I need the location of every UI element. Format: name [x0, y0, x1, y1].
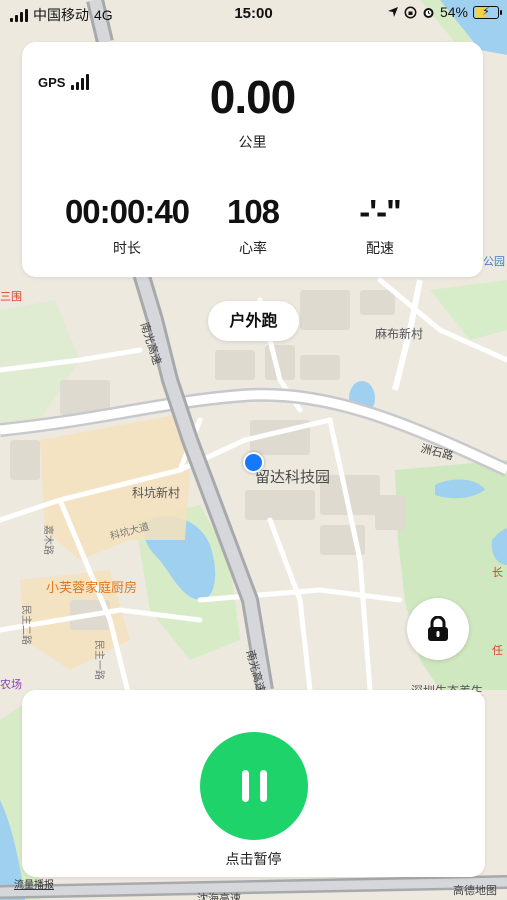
pace-value: -'-"	[359, 193, 401, 230]
distance-value: 0.00	[209, 71, 297, 123]
map-label-poi: 农场	[0, 678, 22, 691]
map-label-poi: 麻布新村	[375, 327, 424, 341]
map-label-poi: 长	[492, 566, 503, 579]
battery-percent: 54%	[439, 4, 468, 20]
pause-icon	[241, 770, 249, 802]
location-arrow-icon	[387, 7, 398, 17]
run-stats-card: GPS 0.00 公里 00:00:40 时长 108 心率 -'-" 配速	[22, 42, 483, 277]
lock-screen-button[interactable]	[407, 598, 469, 660]
map-label-road: 民主一路	[93, 640, 104, 680]
map-label-poi: 三围	[0, 290, 22, 303]
lock-icon	[428, 616, 448, 641]
distance-unit: 公里	[238, 135, 267, 151]
traffic-broadcast-link[interactable]: 流量播报	[14, 876, 54, 891]
map-label-poi: 任	[492, 644, 503, 657]
pause-icon	[259, 770, 267, 802]
current-location-marker	[243, 452, 264, 473]
alarm-icon	[423, 7, 434, 18]
map-label-road: 沈海高速	[197, 892, 241, 900]
run-mode-button[interactable]: 户外跑	[208, 301, 299, 341]
map-provider-logo: 高德地图	[453, 884, 497, 897]
map-label-road: 嘉木路	[42, 525, 53, 555]
map-label-poi: 小芙蓉家庭厨房	[46, 581, 138, 596]
status-bar: 中国移动 4G 15:00 54% ⚡	[0, 0, 507, 28]
map-label-poi: 公园	[483, 255, 505, 268]
map-label-poi: 留达科技园	[255, 468, 331, 486]
map-label-poi: 科坑新村	[132, 486, 181, 500]
run-control-card: 点击暂停	[22, 690, 485, 877]
screen-lock-icon	[404, 6, 417, 18]
pace-label: 配速	[366, 241, 394, 257]
pace-metric: -'-" 配速	[305, 194, 455, 258]
pause-button[interactable]	[200, 732, 308, 840]
map-label-road: 民主二路	[20, 605, 31, 645]
battery-icon: ⚡	[473, 5, 502, 19]
pause-label: 点击暂停	[225, 852, 282, 868]
